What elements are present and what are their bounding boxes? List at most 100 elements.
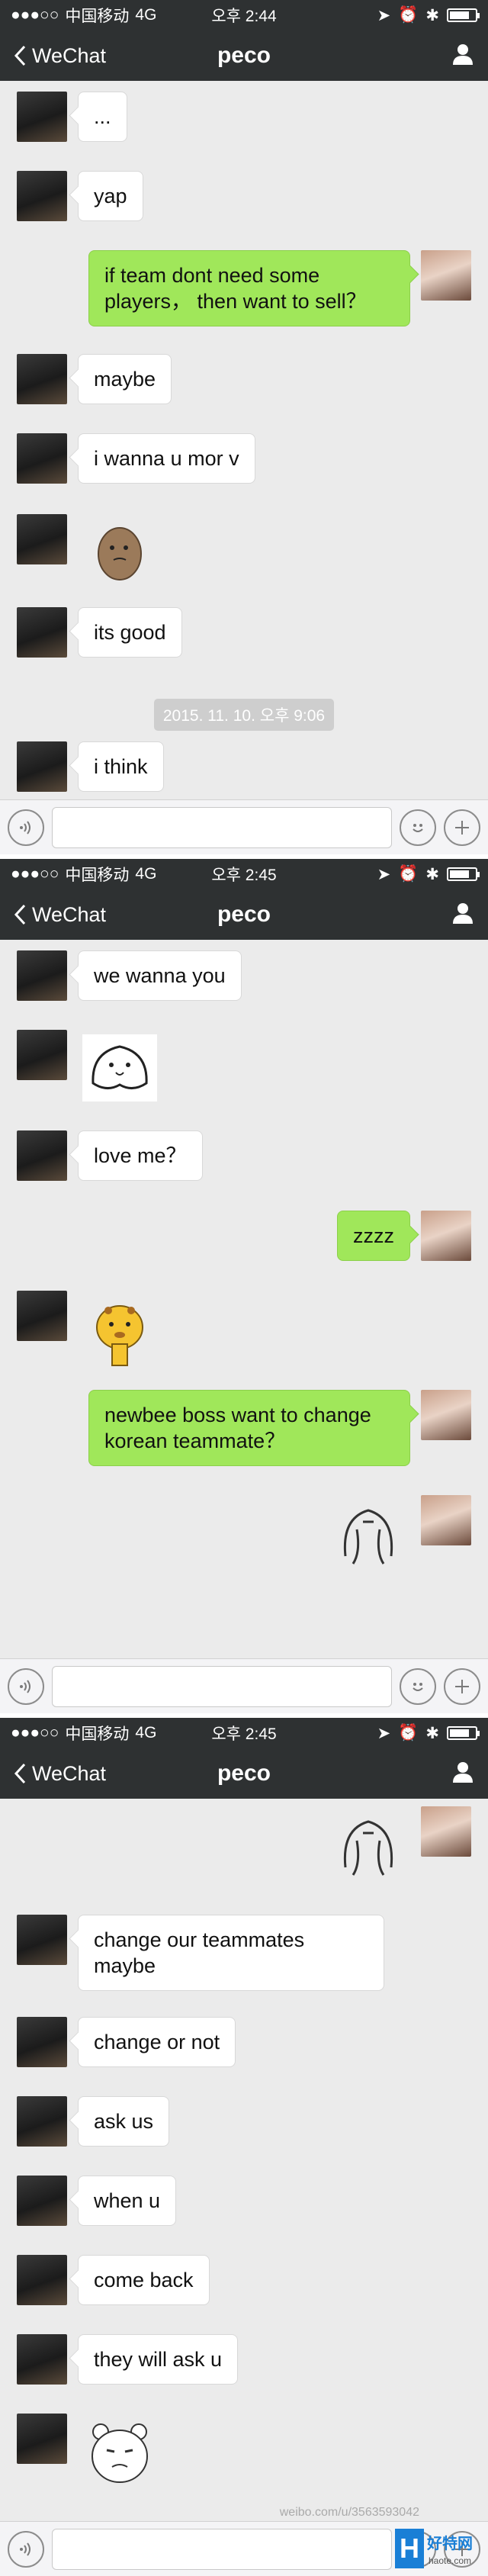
signal-icon: ●●●○○ [11, 6, 59, 24]
emoji-button[interactable] [400, 809, 436, 846]
sad-sketch-sticker[interactable] [326, 1806, 410, 1883]
message-bubble[interactable]: i think [78, 741, 164, 792]
contact-button[interactable] [451, 43, 474, 69]
nav-bar: WeChat peco [0, 31, 488, 81]
message-bubble[interactable]: love me？ [78, 1130, 203, 1181]
chat-screen-3: ●●●○○ 中国移动 4G 오후 2:45 ➤ ⏰ ✱ WeChat peco [0, 1718, 488, 2576]
clock: 오후 2:44 [211, 8, 277, 25]
voice-button[interactable] [8, 809, 44, 846]
message-bubble[interactable]: maybe [78, 354, 172, 404]
sad-sketch-sticker[interactable] [326, 1495, 410, 1571]
message-bubble[interactable]: if team dont need some players， then wan… [88, 250, 410, 326]
signal-icon: ●●●○○ [11, 865, 59, 883]
timestamp-label: 2015. 11. 10. 오후 9:06 [153, 699, 335, 731]
message-bubble[interactable]: its good [78, 607, 182, 658]
signal-icon: ●●●○○ [11, 1724, 59, 1741]
message-incoming: they will ask u [17, 2334, 239, 2385]
back-label: WeChat [32, 1761, 107, 1785]
message-incoming: yap [17, 171, 143, 221]
plus-icon [455, 1679, 469, 1693]
status-bar: ●●●○○ 中国移动 4G 오후 2:45 ➤ ⏰ ✱ [0, 1718, 488, 1748]
back-button[interactable]: WeChat [14, 1762, 106, 1786]
avatar[interactable] [17, 1130, 67, 1181]
message-list[interactable]: change our teammates maybe change or not… [0, 1799, 488, 2521]
message-list[interactable]: we wanna you love me？ zzzz newbee boss w… [0, 940, 488, 1658]
clock: 오후 2:45 [211, 1725, 277, 1743]
message-incoming: love me？ [17, 1130, 203, 1181]
carrier-label: 中国移动 [65, 8, 130, 25]
message-input[interactable] [52, 1665, 392, 1707]
voice-button[interactable] [8, 1667, 44, 1705]
contact-button[interactable] [451, 1761, 474, 1787]
bluetooth-icon: ✱ [425, 865, 439, 883]
blob-sticker[interactable] [78, 1030, 162, 1106]
avatar[interactable] [17, 433, 67, 484]
bluetooth-icon: ✱ [425, 1724, 439, 1742]
avatar[interactable] [17, 2414, 67, 2464]
chat-screen-1: ●●●○○ 中国移动 4G 오후 2:44 ➤ ⏰ ✱ WeChat peco … [0, 0, 488, 859]
message-bubble[interactable]: newbee boss want to change korean teamma… [88, 1390, 410, 1466]
input-bar [0, 799, 488, 854]
back-button[interactable]: WeChat [14, 44, 106, 68]
avatar[interactable] [17, 171, 67, 221]
network-label: 4G [135, 865, 157, 883]
person-icon [453, 43, 473, 65]
avatar[interactable] [17, 92, 67, 142]
back-button[interactable]: WeChat [14, 903, 106, 927]
back-label: WeChat [32, 43, 107, 67]
message-bubble[interactable]: change or not [78, 2017, 236, 2067]
network-label: 4G [135, 1724, 157, 1741]
avatar[interactable] [17, 1915, 67, 1965]
avatar[interactable] [17, 741, 67, 792]
avatar[interactable] [17, 2255, 67, 2305]
avatar[interactable] [17, 1291, 67, 1341]
avatar[interactable] [421, 1390, 471, 1440]
chat-screen-2: ●●●○○ 中国移动 4G 오후 2:45 ➤ ⏰ ✱ WeChat peco … [0, 859, 488, 1718]
potato-sticker[interactable] [78, 514, 162, 590]
avatar[interactable] [17, 2334, 67, 2385]
voice-icon [20, 2542, 30, 2556]
bear-sticker[interactable] [78, 2414, 162, 2490]
more-button[interactable] [444, 1667, 480, 1705]
avatar[interactable] [17, 2096, 67, 2147]
avatar[interactable] [17, 1030, 67, 1080]
message-bubble[interactable]: ... [78, 92, 127, 142]
avatar[interactable] [421, 1211, 471, 1261]
avatar[interactable] [17, 2017, 67, 2067]
smiley-icon [413, 823, 423, 832]
smiley-icon [413, 1682, 423, 1691]
location-icon: ➤ [377, 1724, 391, 1742]
emoji-button[interactable] [400, 1667, 436, 1705]
avatar[interactable] [421, 250, 471, 301]
back-label: WeChat [32, 902, 107, 926]
logo-letter: H [400, 2533, 419, 2564]
message-bubble[interactable]: when u [78, 2176, 177, 2226]
giraffe-sticker[interactable] [78, 1291, 162, 1367]
avatar[interactable] [17, 607, 67, 658]
input-bar [0, 1658, 488, 1713]
avatar[interactable] [17, 2176, 67, 2226]
message-bubble[interactable]: change our teammates maybe [78, 1915, 384, 1991]
timestamp: 2015. 11. 10. 오후 9:06 [0, 699, 488, 731]
avatar[interactable] [421, 1806, 471, 1857]
avatar[interactable] [17, 354, 67, 404]
avatar[interactable] [421, 1495, 471, 1545]
avatar[interactable] [17, 514, 67, 564]
voice-button[interactable] [8, 2530, 44, 2568]
message-incoming: i wanna u mor v [17, 433, 255, 484]
avatar[interactable] [17, 950, 67, 1001]
message-bubble[interactable]: ask us [78, 2096, 170, 2147]
clock: 오후 2:45 [211, 867, 277, 884]
message-bubble[interactable]: they will ask u [78, 2334, 239, 2385]
location-icon: ➤ [377, 865, 391, 883]
contact-button[interactable] [451, 902, 474, 928]
message-bubble[interactable]: come back [78, 2255, 210, 2305]
message-bubble[interactable]: we wanna you [78, 950, 242, 1001]
message-bubble[interactable]: zzzz [337, 1211, 410, 1261]
message-bubble[interactable]: i wanna u mor v [78, 433, 255, 484]
message-input[interactable] [52, 806, 392, 848]
message-bubble[interactable]: yap [78, 171, 143, 221]
message-input[interactable] [52, 2528, 392, 2570]
message-list[interactable]: ... yap if team dont need some players， … [0, 81, 488, 799]
more-button[interactable] [444, 809, 480, 846]
